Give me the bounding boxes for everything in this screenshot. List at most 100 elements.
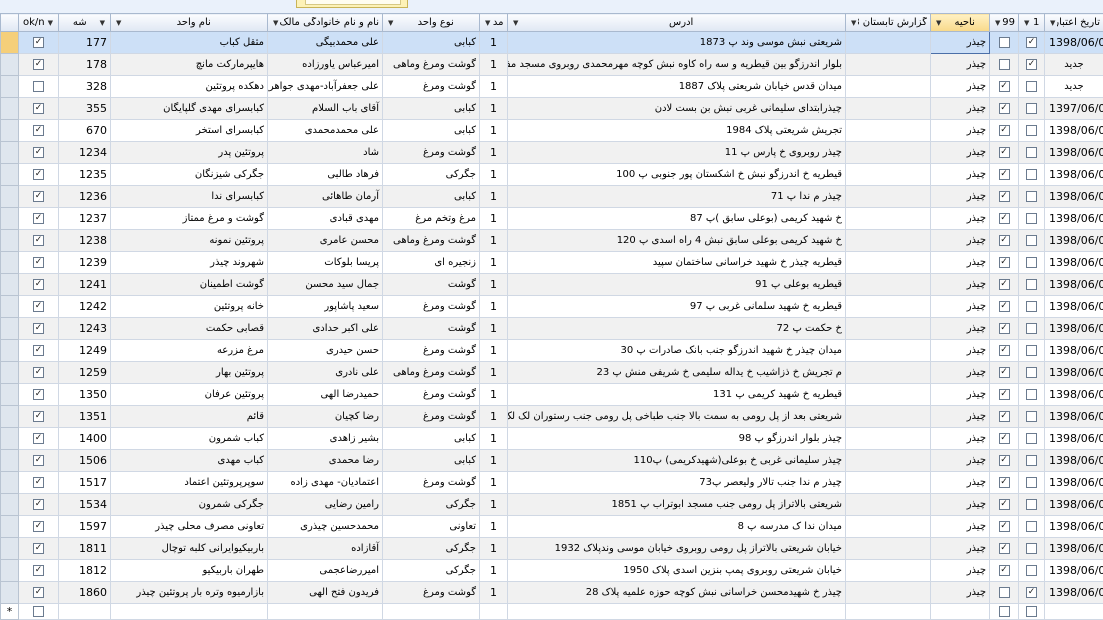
record-selector[interactable]	[1, 76, 19, 98]
record-selector[interactable]	[1, 450, 19, 472]
unit-type-cell[interactable]: کبابی	[383, 450, 480, 472]
table-row[interactable]: ✓1235جگرکی شیزنگانفرهاد طالبیجگرکی1قیطری…	[1, 164, 1103, 186]
checkbox[interactable]: ✓	[999, 389, 1010, 400]
district-cell[interactable]: چیذر	[931, 538, 990, 560]
unit-type-cell[interactable]: گوشت ومرغ وماهی	[383, 230, 480, 252]
mod-cell[interactable]: 1	[480, 274, 508, 296]
owner-cell[interactable]	[268, 604, 383, 620]
checkbox[interactable]	[999, 59, 1010, 70]
unit-type-cell[interactable]: گوشت ومرغ	[383, 340, 480, 362]
unit-name-cell[interactable]: جگرکی شیزنگان	[111, 164, 268, 186]
col-header-shomare[interactable]: شه▼	[59, 14, 111, 32]
owner-cell[interactable]: مهدی قبادی	[268, 208, 383, 230]
district-cell[interactable]	[931, 604, 990, 620]
table-row[interactable]: ✓1249مرغ مزرعهحسن حیدریگوشت ومرغ1میدان چ…	[1, 340, 1103, 362]
chevron-down-icon[interactable]: ▼	[271, 19, 280, 27]
col99-checkbox[interactable]: ✓	[990, 494, 1019, 516]
col99-checkbox[interactable]: ✓	[990, 230, 1019, 252]
record-selector[interactable]	[1, 384, 19, 406]
validity-date-cell[interactable]: 1398/06/05	[1045, 582, 1103, 604]
summer-report-cell[interactable]	[846, 406, 931, 428]
col99-checkbox[interactable]: ✓	[990, 516, 1019, 538]
col99-checkbox[interactable]: ✓	[990, 472, 1019, 494]
owner-cell[interactable]: علی محمدبیگی	[268, 32, 383, 54]
chevron-down-icon[interactable]: ▼	[993, 19, 1002, 27]
col99-checkbox[interactable]: ✓	[990, 164, 1019, 186]
checkbox[interactable]	[1026, 103, 1037, 114]
checkbox[interactable]: ✓	[33, 257, 44, 268]
address-cell[interactable]: چیذرابتدای سلیمانی غربی نبش بن بست لادن	[508, 98, 846, 120]
validity-date-cell[interactable]: 1398/06/05	[1045, 362, 1103, 384]
table-row[interactable]: ✓1237گوشت و مرغ ممتازمهدی قبادیمرغ وتخم …	[1, 208, 1103, 230]
checkbox[interactable]: ✓	[999, 235, 1010, 246]
unit-name-cell[interactable]: پروتئین پدر	[111, 142, 268, 164]
checkbox[interactable]	[1026, 521, 1037, 532]
col1-checkbox[interactable]	[1019, 604, 1045, 620]
col99-checkbox[interactable]	[990, 32, 1019, 54]
shomare-cell[interactable]: 1249	[59, 340, 111, 362]
summer-report-cell[interactable]	[846, 120, 931, 142]
district-cell[interactable]: چیذر	[931, 186, 990, 208]
checkbox[interactable]: ✓	[999, 521, 1010, 532]
address-cell[interactable]: میدان چیذر خ شهید اندرزگو جنب بانک صادرا…	[508, 340, 846, 362]
col99-checkbox[interactable]: ✓	[990, 318, 1019, 340]
checkbox[interactable]	[1026, 169, 1037, 180]
ok-checkbox[interactable]: ✓	[19, 296, 59, 318]
owner-cell[interactable]: رامین رضایی	[268, 494, 383, 516]
unit-name-cell[interactable]: تعاونی مصرف محلی چیذر	[111, 516, 268, 538]
district-cell[interactable]: چیذر	[931, 516, 990, 538]
col99-checkbox[interactable]: ✓	[990, 120, 1019, 142]
record-selector[interactable]	[1, 54, 19, 76]
mod-cell[interactable]: 1	[480, 560, 508, 582]
ok-checkbox[interactable]: ✓	[19, 494, 59, 516]
summer-report-cell[interactable]	[846, 582, 931, 604]
unit-name-cell[interactable]: قصابی حکمت	[111, 318, 268, 340]
ok-checkbox[interactable]: ✓	[19, 274, 59, 296]
shomare-cell[interactable]: 1351	[59, 406, 111, 428]
record-selector[interactable]	[1, 538, 19, 560]
checkbox[interactable]	[1026, 433, 1037, 444]
shomare-cell[interactable]: 1534	[59, 494, 111, 516]
col-header-99[interactable]: ▼99	[990, 14, 1019, 32]
col1-checkbox[interactable]	[1019, 450, 1045, 472]
summer-report-cell[interactable]	[846, 164, 931, 186]
owner-cell[interactable]: محمدحسین چیذری	[268, 516, 383, 538]
checkbox[interactable]	[1026, 235, 1037, 246]
address-cell[interactable]: شریعتی بعد از پل رومی به سمت بالا جنب طب…	[508, 406, 846, 428]
owner-cell[interactable]: حسن حیدری	[268, 340, 383, 362]
owner-cell[interactable]: شاد	[268, 142, 383, 164]
address-cell[interactable]: خ شهید کریمی بوعلی سابق نبش 4 راه اسدی پ…	[508, 230, 846, 252]
validity-date-cell[interactable]: جدید	[1045, 54, 1103, 76]
chevron-down-icon[interactable]: ▼	[114, 19, 123, 27]
mod-cell[interactable]: 1	[480, 98, 508, 120]
checkbox[interactable]: ✓	[33, 411, 44, 422]
validity-date-cell[interactable]: 1398/06/05	[1045, 494, 1103, 516]
mod-cell[interactable]: 1	[480, 186, 508, 208]
checkbox[interactable]: ✓	[33, 301, 44, 312]
validity-date-cell[interactable]: 1398/06/05	[1045, 252, 1103, 274]
mod-cell[interactable]: 1	[480, 472, 508, 494]
unit-name-cell[interactable]: گوشت اطمینان	[111, 274, 268, 296]
shomare-cell[interactable]: 1350	[59, 384, 111, 406]
address-cell[interactable]: چیذر سلیمانی غربی خ بوعلی(شهیدکریمی) پ11…	[508, 450, 846, 472]
unit-name-cell[interactable]: خانه پروتئین	[111, 296, 268, 318]
validity-date-cell[interactable]: 1398/06/05	[1045, 516, 1103, 538]
checkbox[interactable]: ✓	[999, 323, 1010, 334]
col-header-owner[interactable]: ▼نام و نام خانوادگی مالک	[268, 14, 383, 32]
unit-type-cell[interactable]: گوشت ومرغ	[383, 76, 480, 98]
checkbox[interactable]	[1026, 367, 1037, 378]
owner-cell[interactable]: بشیر زاهدی	[268, 428, 383, 450]
ok-checkbox[interactable]: ✓	[19, 384, 59, 406]
unit-name-cell[interactable]: کباب شمرون	[111, 428, 268, 450]
checkbox[interactable]: ✓	[33, 477, 44, 488]
owner-cell[interactable]: علی نادری	[268, 362, 383, 384]
record-selector[interactable]	[1, 582, 19, 604]
validity-date-cell[interactable]: 1398/06/05	[1045, 318, 1103, 340]
unit-type-cell[interactable]: جگرکی	[383, 538, 480, 560]
unit-name-cell[interactable]: پروتئین نمونه	[111, 230, 268, 252]
record-selector[interactable]	[1, 318, 19, 340]
record-selector[interactable]	[1, 494, 19, 516]
checkbox[interactable]	[999, 37, 1010, 48]
checkbox[interactable]: ✓	[999, 125, 1010, 136]
unit-type-cell[interactable]: کبابی	[383, 428, 480, 450]
